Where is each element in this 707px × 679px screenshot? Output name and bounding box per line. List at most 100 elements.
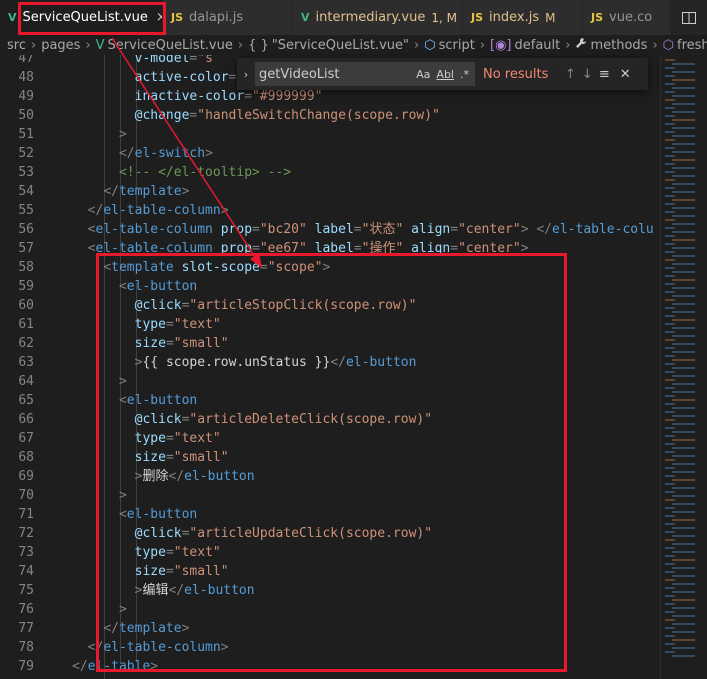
minimap-line: [665, 411, 675, 413]
tab-label: intermediary.vue: [315, 10, 426, 25]
tab-label: index.js: [489, 10, 540, 25]
regex-icon[interactable]: .*: [460, 68, 469, 81]
breadcrumb-item-freshdata[interactable]: freshData: [677, 38, 707, 53]
minimap-line: [665, 611, 675, 613]
minimap-line: [665, 115, 675, 117]
braces-icon: { }: [248, 37, 269, 53]
minimap-line: [665, 323, 675, 325]
minimap-line: [665, 379, 675, 381]
line-code: >: [118, 127, 127, 142]
line-code: @change="handleSwitchChange(scope.row)": [134, 108, 440, 123]
find-input[interactable]: getVideoList Aa Abl .*: [255, 62, 475, 86]
minimap-line: [665, 219, 675, 221]
minimap-line: [665, 451, 675, 453]
line-number: 61: [18, 317, 34, 332]
tab-vue-config[interactable]: JS vue.co: [583, 0, 671, 35]
minimap-line: [665, 355, 675, 357]
line-number: 70: [18, 488, 34, 503]
breadcrumb-item-pages[interactable]: pages: [41, 38, 80, 53]
chevron-right-icon: ›: [85, 37, 91, 53]
field-icon: [◉]: [490, 37, 512, 53]
minimap-line: [672, 231, 695, 233]
minimap-line: [672, 223, 695, 225]
breadcrumb-item-script[interactable]: script: [439, 38, 475, 53]
minimap-line: [672, 559, 695, 561]
code-line[interactable]: 51 >: [0, 125, 660, 144]
find-input-value[interactable]: getVideoList: [259, 67, 416, 82]
minimap-line: [665, 539, 675, 541]
minimap-line: [672, 495, 695, 497]
minimap-line: [672, 463, 695, 465]
minimap-line: [665, 419, 675, 421]
minimap-line: [665, 403, 675, 405]
breadcrumb-item-methods[interactable]: methods: [590, 38, 647, 53]
minimap-line: [672, 631, 695, 633]
minimap-line: [665, 123, 675, 125]
minimap-line: [665, 179, 675, 181]
match-whole-word-icon[interactable]: Abl: [436, 68, 454, 81]
minimap-line: [672, 575, 695, 577]
minimap-line: [672, 135, 695, 137]
vue-file-icon: V: [301, 11, 310, 24]
minimap-line: [672, 327, 695, 329]
minimap-line: [665, 227, 675, 229]
breadcrumb-item-file[interactable]: ServiceQueList.vue: [108, 38, 233, 53]
code-line[interactable]: 52 </el-switch>: [0, 144, 660, 163]
minimap-line: [665, 259, 675, 261]
minimap-line: [665, 635, 675, 637]
minimap-line: [665, 139, 675, 141]
minimap-line: [672, 207, 695, 209]
minimap-line: [672, 375, 695, 377]
minimap-line: [672, 247, 695, 249]
minimap-line: [672, 119, 695, 121]
next-match-icon[interactable]: ↓: [582, 67, 593, 82]
breadcrumb-item-module[interactable]: "ServiceQueList.vue": [272, 38, 409, 53]
minimap-line: [665, 363, 675, 365]
close-icon[interactable]: ✕: [620, 67, 631, 82]
split-editor-icon[interactable]: [671, 0, 707, 35]
minimap-line: [665, 555, 675, 557]
minimap-line: [665, 163, 675, 165]
minimap-line: [672, 239, 695, 241]
minimap-line: [665, 211, 675, 213]
match-case-icon[interactable]: Aa: [416, 68, 430, 81]
minimap-line: [672, 471, 695, 473]
minimap-line: [672, 535, 695, 537]
minimap-line: [672, 303, 695, 305]
find-in-selection-icon[interactable]: ≡: [599, 67, 610, 82]
minimap-line: [672, 103, 695, 105]
minimap[interactable]: [660, 55, 707, 679]
minimap-line: [665, 243, 675, 245]
code-line[interactable]: 54 </template>: [0, 182, 660, 201]
minimap-line: [672, 295, 695, 297]
minimap-line: [665, 283, 675, 285]
previous-match-icon[interactable]: ↑: [565, 67, 576, 82]
code-line[interactable]: 56 <el-table-column prop="bc20" label="状…: [0, 220, 660, 239]
code-line[interactable]: 53 <!-- </el-tooltip> -->: [0, 163, 660, 182]
line-number: 71: [18, 507, 34, 522]
code-line[interactable]: 55 </el-table-column>: [0, 201, 660, 220]
minimap-line: [672, 343, 695, 345]
tab-dalapi-js[interactable]: JS dalapi.js: [163, 0, 293, 35]
minimap-line: [665, 459, 675, 461]
minimap-line: [672, 87, 695, 89]
minimap-line: [665, 467, 675, 469]
vue-file-icon: V: [8, 11, 17, 24]
method-icon: ⬡: [662, 37, 675, 53]
line-number: 76: [18, 602, 34, 617]
chevron-right-icon[interactable]: ›: [237, 68, 255, 81]
minimap-line: [672, 599, 695, 601]
minimap-line: [672, 263, 695, 265]
tab-index-js[interactable]: JS index.js M: [463, 0, 583, 35]
line-number: 64: [18, 374, 34, 389]
minimap-line: [665, 59, 675, 61]
minimap-line: [672, 175, 695, 177]
breadcrumb-item-src[interactable]: src: [7, 38, 26, 53]
line-number: 79: [18, 659, 34, 674]
minimap-line: [672, 111, 695, 113]
minimap-line: [672, 183, 695, 185]
minimap-line: [665, 195, 675, 197]
breadcrumb-item-default[interactable]: default: [515, 38, 561, 53]
code-line[interactable]: 50 @change="handleSwitchChange(scope.row…: [0, 106, 660, 125]
tab-intermediary-vue[interactable]: V intermediary.vue 1, M: [293, 0, 463, 35]
